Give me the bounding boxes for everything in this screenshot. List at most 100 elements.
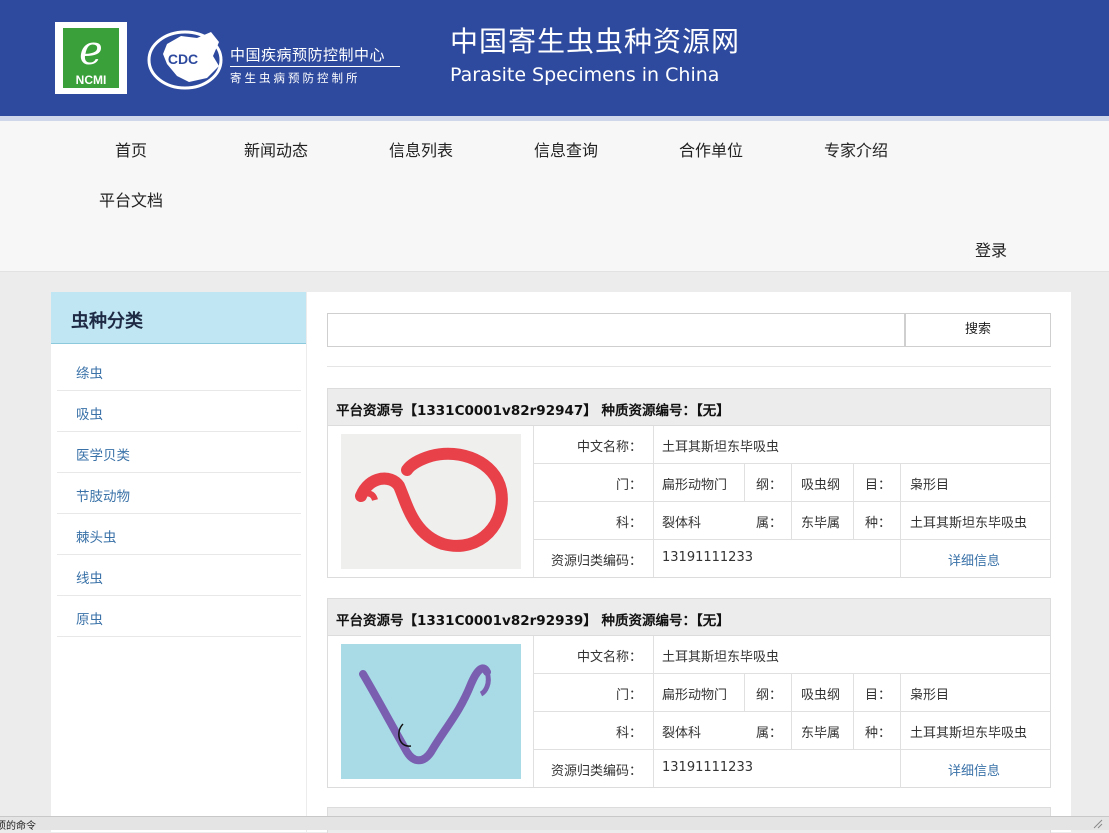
sidebar-title: 虫种分类: [71, 311, 143, 332]
value-order: 枭形目: [910, 688, 950, 703]
value-family: 裂体科: [662, 516, 702, 531]
nav-info-query[interactable]: 信息查询: [534, 137, 598, 161]
value-class: 吸虫纲: [801, 478, 841, 493]
record-header: 平台资源号【1331C0001v82r92947】 种质资源编号：【无】: [328, 389, 1050, 426]
cdc-logo[interactable]: CDC: [133, 22, 227, 94]
label-code: 资源归类编码：: [550, 554, 642, 569]
main-nav: 首页 新闻动态 信息列表 信息查询 合作单位 专家介绍 平台文档 登录: [0, 121, 1109, 272]
label-species: 种：: [865, 516, 892, 531]
value-order: 枭形目: [910, 478, 950, 493]
grid-line: [533, 539, 1050, 540]
nav-home[interactable]: 首页: [115, 137, 147, 161]
sidebar-item-label[interactable]: 原虫: [76, 608, 103, 628]
label-genus: 属：: [756, 726, 783, 741]
value-species: 土耳其斯坦东毕吸虫: [910, 516, 1028, 531]
record-card: 平台资源号【1331C0001v82r92939】 种质资源编号：【无】 中文名…: [327, 598, 1051, 788]
detail-link[interactable]: 详细信息: [948, 550, 1000, 569]
nav-experts[interactable]: 专家介绍: [824, 137, 888, 161]
detail-link[interactable]: 详细信息: [948, 760, 1000, 779]
value-class: 吸虫纲: [801, 688, 841, 703]
sidebar-item-label[interactable]: 吸虫: [76, 403, 103, 423]
value-family: 裂体科: [662, 726, 702, 741]
grid-line: [533, 749, 1050, 750]
value-phylum: 扁形动物门: [662, 478, 728, 493]
sidebar-item-nematodes[interactable]: 线虫: [57, 554, 301, 596]
sidebar-item-protozoa[interactable]: 原虫: [57, 595, 301, 637]
label-phylum: 门：: [615, 478, 642, 493]
sidebar-item-label[interactable]: 节肢动物: [76, 485, 130, 505]
record-card: 平台资源号【1331C0001v82r92947】 种质资源编号：【无】 中文名…: [327, 388, 1051, 578]
browser-status-bar: 选项的命令: [0, 816, 1109, 832]
sidebar-item-fluke[interactable]: 吸虫: [57, 390, 301, 432]
search-button[interactable]: 搜索: [905, 313, 1051, 347]
label-order: 目：: [865, 688, 892, 703]
label-class: 纲：: [756, 688, 783, 703]
site-title: 中国寄生虫虫种资源网: [450, 25, 741, 58]
grid-line: [791, 464, 792, 540]
site-header: e NCMI CDC 中国疾病预防控制中心 寄生虫病预防控制所 中国寄生虫虫种资…: [0, 0, 1109, 116]
specimen-image[interactable]: [341, 644, 521, 779]
grid-line: [900, 674, 901, 788]
main-content: 搜索 平台资源号【1331C0001v82r92947】 种质资源编号：【无】 …: [307, 292, 1071, 833]
grid-line: [744, 464, 745, 502]
value-cn-name: 土耳其斯坦东毕吸虫: [662, 650, 780, 665]
label-genus: 属：: [756, 516, 783, 531]
grid-line: [533, 673, 1050, 674]
cdc-institute: 寄生虫病预防控制所: [230, 71, 361, 85]
label-order: 目：: [865, 478, 892, 493]
sidebar-item-acanthocephala[interactable]: 棘头虫: [57, 513, 301, 555]
grid-line: [533, 463, 1050, 464]
login-link[interactable]: 登录: [975, 237, 1007, 261]
grid-line: [853, 674, 854, 750]
svg-text:e: e: [79, 28, 103, 74]
sidebar-item-medical-mollusks[interactable]: 医学贝类: [57, 431, 301, 473]
label-code: 资源归类编码：: [550, 764, 642, 779]
specimen-image[interactable]: [341, 434, 521, 569]
value-code: 13191111233: [662, 760, 753, 775]
status-text: 选项的命令: [0, 821, 36, 832]
sidebar-item-label[interactable]: 线虫: [76, 567, 103, 587]
nav-info-list[interactable]: 信息列表: [389, 137, 453, 161]
grid-line: [533, 711, 1050, 712]
sidebar-header: 虫种分类: [51, 292, 306, 344]
record-header-text: 平台资源号【1331C0001v82r92947】 种质资源编号：【无】: [336, 403, 730, 419]
site-subtitle: Parasite Specimens in China: [450, 64, 720, 86]
sidebar-item-arthropods[interactable]: 节肢动物: [57, 472, 301, 514]
label-cn-name: 中文名称：: [576, 440, 642, 455]
grid-line: [853, 464, 854, 540]
value-species: 土耳其斯坦东毕吸虫: [910, 726, 1028, 741]
grid-line: [533, 501, 1050, 502]
sidebar-item-label[interactable]: 绦虫: [76, 362, 103, 382]
label-species: 种：: [865, 726, 892, 741]
cdc-divider: [230, 66, 400, 67]
search-input[interactable]: [327, 313, 905, 347]
sidebar-item-label[interactable]: 医学贝类: [76, 444, 130, 464]
grid-line: [744, 674, 745, 712]
sidebar-item-tapeworm[interactable]: 绦虫: [57, 349, 301, 391]
sidebar-item-label[interactable]: 棘头虫: [76, 526, 117, 546]
label-phylum: 门：: [615, 688, 642, 703]
label-family: 科：: [615, 726, 642, 741]
grid-line: [900, 464, 901, 578]
grid-line: [791, 674, 792, 750]
record-header: 平台资源号【1331C0001v82r92939】 种质资源编号：【无】: [328, 599, 1050, 636]
value-genus: 东毕属: [801, 516, 841, 531]
nav-news[interactable]: 新闻动态: [244, 137, 308, 161]
cdc-logo-text: CDC: [168, 51, 198, 67]
ncmi-logo-text: NCMI: [76, 73, 107, 87]
label-family: 科：: [615, 516, 642, 531]
value-phylum: 扁形动物门: [662, 688, 728, 703]
nav-platform-docs[interactable]: 平台文档: [99, 187, 163, 211]
label-cn-name: 中文名称：: [576, 650, 642, 665]
value-genus: 东毕属: [801, 726, 841, 741]
record-header-text: 平台资源号【1331C0001v82r92939】 种质资源编号：【无】: [336, 613, 730, 629]
resize-grip-icon[interactable]: [1092, 818, 1103, 829]
value-cn-name: 土耳其斯坦东毕吸虫: [662, 440, 780, 455]
value-code: 13191111233: [662, 550, 753, 565]
category-sidebar: 虫种分类 绦虫 吸虫 医学贝类 节肢动物 棘头虫 线虫 原虫: [51, 292, 306, 832]
nav-partners[interactable]: 合作单位: [679, 137, 743, 161]
label-class: 纲：: [756, 478, 783, 493]
ncmi-logo[interactable]: e NCMI: [55, 22, 127, 94]
divider: [327, 366, 1051, 367]
cdc-name: 中国疾病预防控制中心: [230, 46, 386, 64]
